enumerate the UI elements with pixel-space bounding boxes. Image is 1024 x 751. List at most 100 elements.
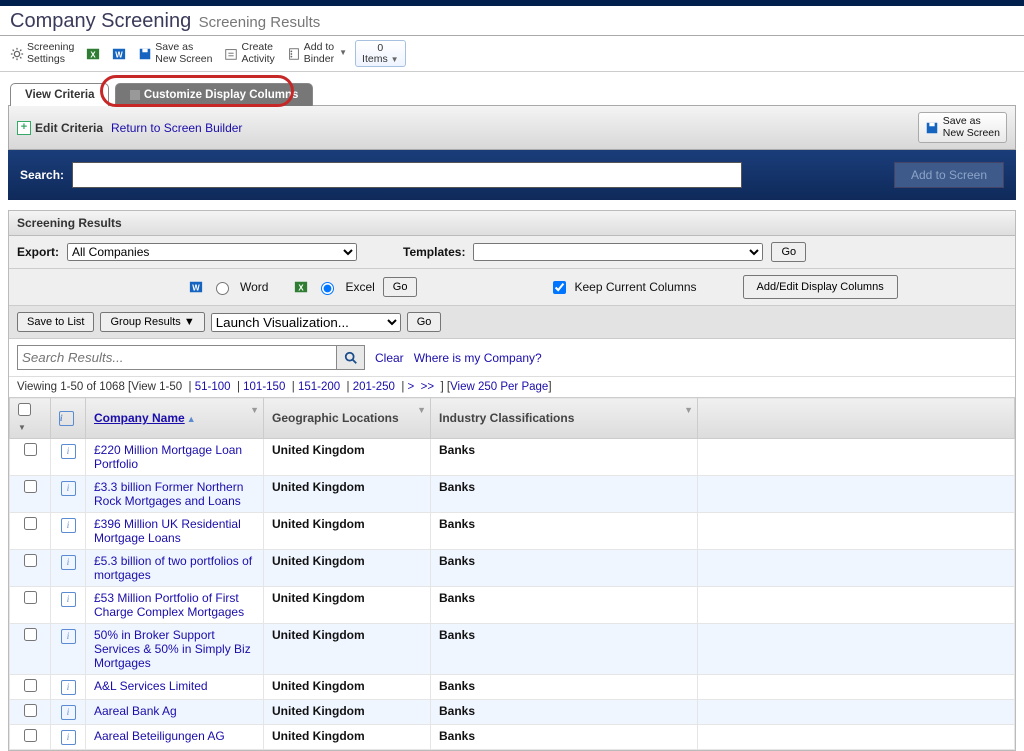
save-to-list-button[interactable]: Save to List [17,312,94,332]
info-icon[interactable]: i [61,592,76,607]
search-label: Search: [20,168,64,182]
templates-select[interactable] [473,243,763,261]
add-to-screen-button[interactable]: Add to Screen [894,162,1004,188]
company-link[interactable]: Aareal Beteiligungen AG [94,729,225,743]
viz-go-button[interactable]: Go [407,312,442,332]
industry-value: Banks [439,704,475,718]
tab-view-criteria[interactable]: View Criteria [10,83,109,106]
info-icon[interactable]: i [61,481,76,496]
info-icon[interactable]: i [61,518,76,533]
company-link[interactable]: £396 Million UK Residential Mortgage Loa… [94,517,241,545]
tab-customize-display-columns[interactable]: Customize Display Columns [115,83,314,106]
export-format-row: W Word X Excel Go Keep Current Columns A… [9,269,1015,306]
export-select[interactable]: All Companies [67,243,357,261]
word-icon: W [112,47,126,61]
launch-visualization-select[interactable]: Launch Visualization... [211,313,401,332]
items-dropdown[interactable]: 0Items ▼ [355,40,406,67]
company-link[interactable]: £3.3 billion Former Northern Rock Mortga… [94,480,243,508]
page-201-250[interactable]: 201-250 [353,381,395,393]
page-next[interactable]: > [408,381,415,393]
create-activity-button[interactable]: Create Activity [220,40,278,67]
company-link[interactable]: £220 Million Mortgage Loan Portfolio [94,443,242,471]
company-link[interactable]: Aareal Bank Ag [94,704,177,718]
export-go-button[interactable]: Go [383,277,418,297]
export-row: Export: All Companies Templates: Go [9,236,1015,269]
col-industry-classifications[interactable]: Industry Classifications▼ [431,398,698,439]
table-row: i£5.3 billion of two portfolios of mortg… [10,550,1015,587]
activity-icon [224,47,238,61]
add-to-binder-button[interactable]: Add to Binder▼ [283,40,351,67]
clear-link[interactable]: Clear [375,351,404,365]
word-icon: W [189,280,203,294]
word-radio[interactable] [216,282,229,295]
info-icon[interactable]: i [61,629,76,644]
page-151-200[interactable]: 151-200 [298,381,340,393]
excel-icon: X [294,280,308,294]
industry-value: Banks [439,628,475,642]
word-export-button[interactable]: W [108,45,130,63]
select-all-checkbox[interactable] [18,403,31,416]
gear-icon [10,47,24,61]
word-label: Word [240,280,268,294]
screening-settings-button[interactable]: Screening Settings [6,40,78,67]
search-bar: Search: Add to Screen [8,150,1016,200]
info-icon[interactable]: i [61,705,76,720]
info-icon[interactable]: i [61,444,76,459]
row-checkbox[interactable] [24,554,37,567]
company-link[interactable]: £53 Million Portfolio of First Charge Co… [94,591,244,619]
col-company-name[interactable]: Company Name▲▼ [86,398,264,439]
actions-row: Save to List Group Results ▼ Launch Visu… [9,306,1015,339]
where-is-my-company-link[interactable]: Where is my Company? [414,351,542,365]
row-checkbox[interactable] [24,517,37,530]
page-title: Company Screening [10,10,191,32]
return-to-screen-builder-link[interactable]: Return to Screen Builder [111,121,242,135]
chevron-down-icon[interactable]: ▼ [417,405,426,415]
excel-export-button[interactable]: X [82,45,104,63]
info-icon[interactable]: i [61,680,76,695]
col-checkbox[interactable]: ▼ [10,398,51,439]
group-results-button[interactable]: Group Results ▼ [100,312,204,332]
view-250-link[interactable]: View 250 Per Page [450,381,548,393]
geo-value: United Kingdom [272,679,365,693]
search-results-button[interactable] [336,346,364,369]
search-results-input[interactable] [18,346,336,369]
col-geographic-locations[interactable]: Geographic Locations▼ [264,398,431,439]
geo-value: United Kingdom [272,591,365,605]
keep-columns-checkbox[interactable] [553,281,566,294]
page-101-150[interactable]: 101-150 [243,381,285,393]
chevron-down-icon[interactable]: ▼ [684,405,693,415]
col-extra [698,398,1015,439]
geo-value: United Kingdom [272,704,365,718]
page-last[interactable]: >> [421,381,434,393]
excel-label: Excel [345,280,374,294]
row-checkbox[interactable] [24,729,37,742]
templates-go-button[interactable]: Go [771,242,806,262]
results-panel: Screening Results Export: All Companies … [8,210,1016,751]
search-icon [344,351,358,365]
row-checkbox[interactable] [24,591,37,604]
svg-text:W: W [192,284,200,293]
row-checkbox[interactable] [24,480,37,493]
info-icon[interactable]: i [61,555,76,570]
table-row: i £53 Million Portfolio of First Charge C… [10,587,1015,624]
sort-asc-icon: ▲ [187,414,196,424]
add-edit-display-columns-button[interactable]: Add/Edit Display Columns [743,275,898,299]
company-link[interactable]: A&L Services Limited [94,679,208,693]
table-row: i 50% in Broker Support Services & 50% in… [10,624,1015,675]
table-row: i Aareal Bank Ag United Kingdom Banks [10,700,1015,725]
row-checkbox[interactable] [24,443,37,456]
info-icon[interactable]: i [61,730,76,745]
edit-criteria-button[interactable]: +Edit Criteria [17,121,103,135]
table-row: iAareal Beteiligungen AGUnited KingdomBa… [10,725,1015,750]
save-as-new-screen-button-2[interactable]: Save as New Screen [918,112,1007,143]
geo-value: United Kingdom [272,480,365,494]
row-checkbox[interactable] [24,628,37,641]
chevron-down-icon[interactable]: ▼ [250,405,259,415]
excel-radio[interactable] [321,282,334,295]
save-as-new-screen-button[interactable]: Save as New Screen [134,40,216,67]
row-checkbox[interactable] [24,679,37,692]
company-link[interactable]: 50% in Broker Support Services & 50% in … [94,628,251,670]
search-input[interactable] [72,162,742,188]
page-51-100[interactable]: 51-100 [195,381,231,393]
row-checkbox[interactable] [24,704,37,717]
